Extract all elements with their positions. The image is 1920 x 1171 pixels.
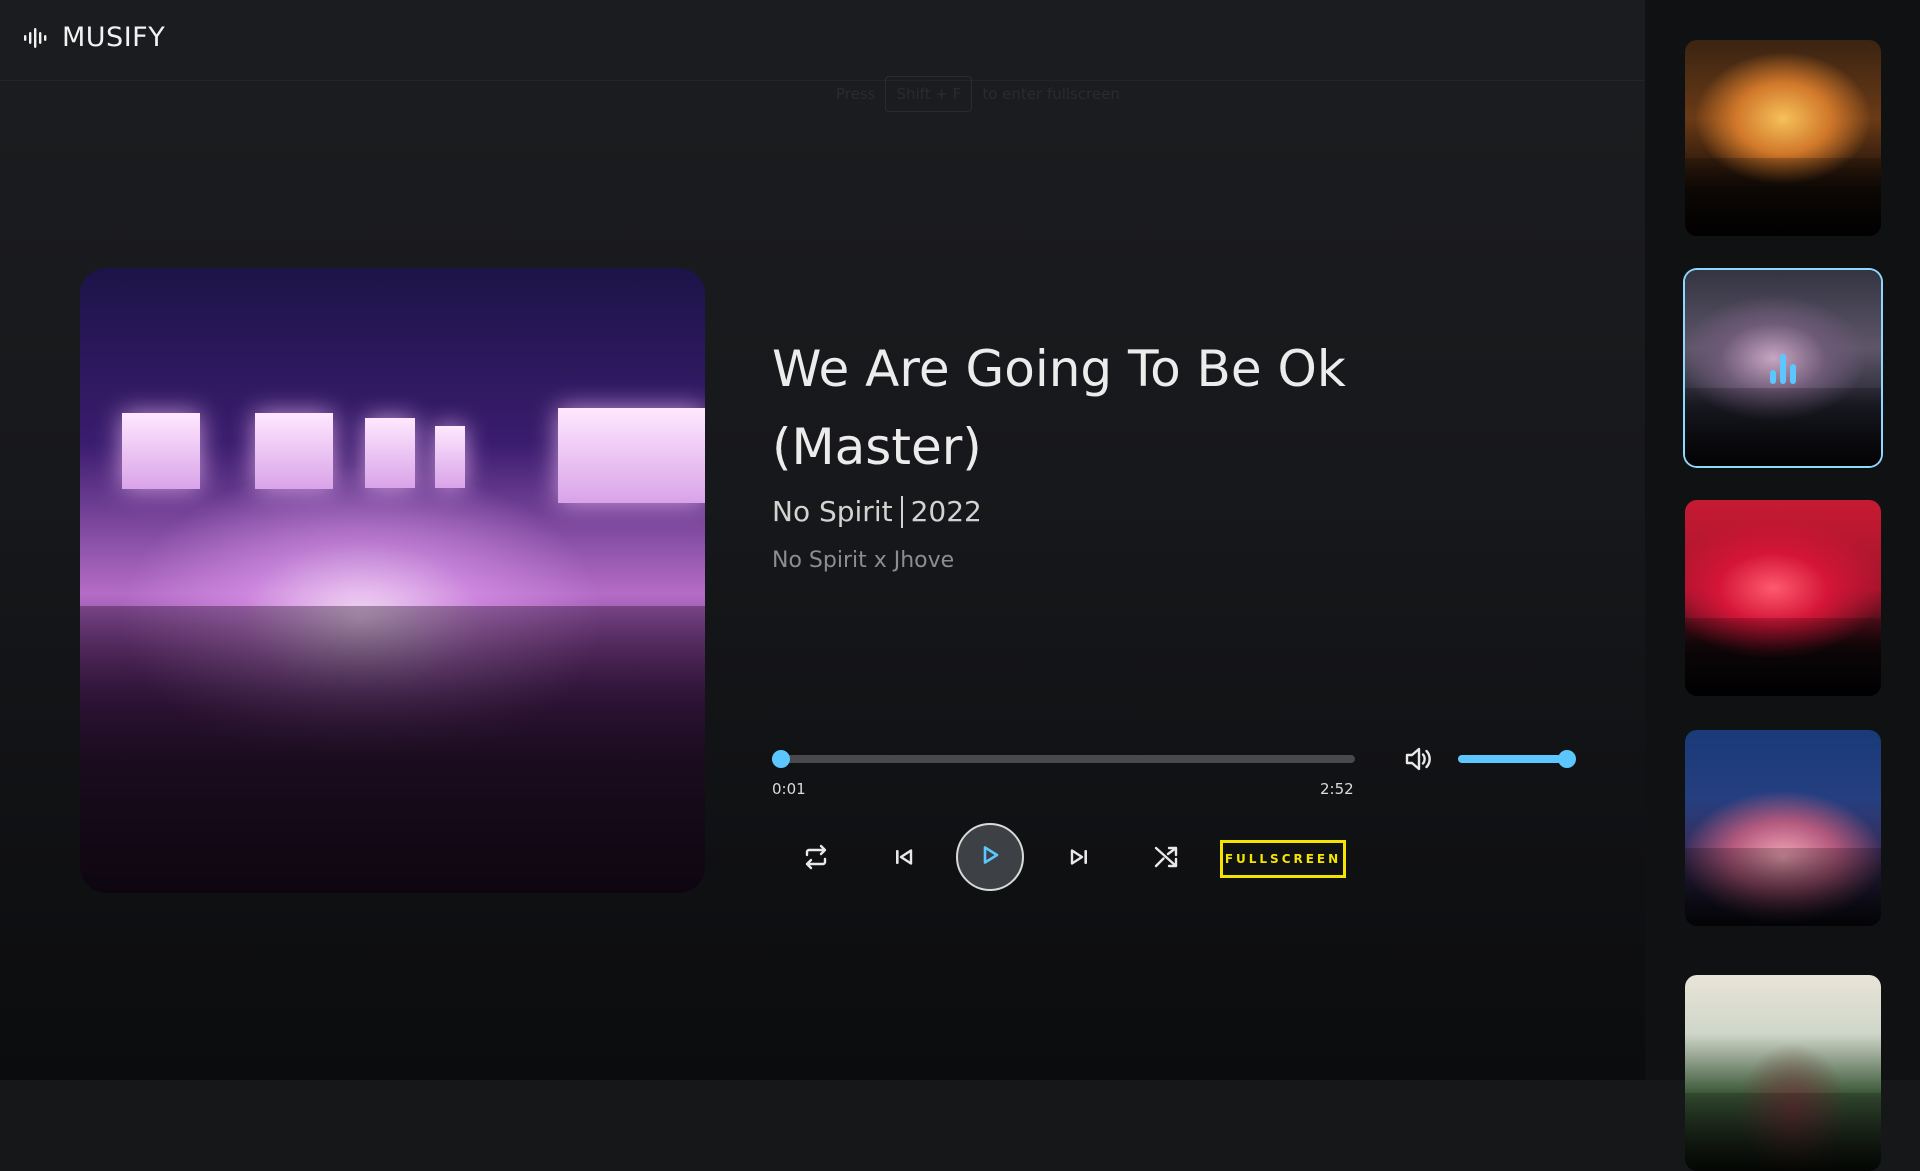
fullscreen-button[interactable]: FULLSCREEN	[1220, 840, 1346, 878]
stage-screen	[435, 426, 465, 488]
crowd-silhouette	[1685, 387, 1881, 466]
previous-button[interactable]	[881, 836, 927, 882]
waveform-icon	[22, 25, 48, 51]
crowd-silhouette	[80, 605, 705, 893]
app-name: MUSIFY	[62, 22, 166, 53]
volume-slider-fill	[1458, 755, 1562, 763]
duration: 2:52	[1320, 780, 1354, 798]
volume-slider[interactable]	[1458, 750, 1576, 768]
seek-bar[interactable]	[771, 750, 1355, 768]
playlist-item[interactable]	[1685, 40, 1881, 236]
playlist-sidebar	[1645, 0, 1920, 1171]
track-artists: No Spirit x Jhove	[772, 548, 955, 573]
next-button[interactable]	[1056, 836, 1102, 882]
hint-key: Shift + F	[885, 76, 973, 112]
crowd-silhouette	[1685, 847, 1881, 926]
play-icon	[979, 844, 1001, 870]
repeat-button[interactable]	[793, 836, 839, 882]
crowd-silhouette	[1685, 1092, 1881, 1171]
crowd-silhouette	[1685, 617, 1881, 696]
hint-action: to enter fullscreen	[982, 85, 1120, 103]
track-meta: No Spirit 2022	[772, 495, 982, 528]
fullscreen-hint: Press Shift + F to enter fullscreen	[836, 76, 1120, 112]
now-playing-equalizer-icon	[1770, 352, 1796, 384]
stage-screen	[122, 413, 200, 489]
stage-screen	[255, 413, 333, 489]
playlist-item[interactable]	[1685, 730, 1881, 926]
stage-screen	[365, 418, 415, 488]
repeat-icon	[802, 843, 830, 875]
shuffle-button[interactable]	[1143, 836, 1189, 882]
play-button[interactable]	[956, 823, 1024, 891]
track-title: We Are Going To Be Ok (Master)	[772, 340, 1346, 476]
shuffle-icon	[1152, 843, 1180, 875]
playlist-item[interactable]	[1685, 975, 1881, 1171]
skip-previous-icon	[892, 845, 916, 873]
track-year: 2022	[910, 495, 982, 528]
crowd-silhouette	[1685, 157, 1881, 236]
track-artist[interactable]: No Spirit	[772, 495, 893, 528]
playlist-item[interactable]	[1685, 500, 1881, 696]
playlist-item-active[interactable]	[1685, 270, 1881, 466]
player-main: MUSIFY Press Shift + F to enter fullscre…	[0, 0, 1645, 1080]
seek-bar-handle[interactable]	[771, 750, 790, 768]
stage-screen	[558, 408, 705, 503]
current-time: 0:01	[772, 780, 806, 798]
skip-next-icon	[1067, 845, 1091, 873]
top-bar: MUSIFY	[0, 0, 1645, 81]
brand[interactable]: MUSIFY	[22, 22, 165, 53]
volume-icon[interactable]	[1404, 745, 1434, 777]
album-cover	[80, 268, 705, 893]
volume-slider-handle[interactable]	[1557, 750, 1576, 768]
hint-press: Press	[836, 85, 876, 103]
meta-separator	[900, 495, 903, 528]
